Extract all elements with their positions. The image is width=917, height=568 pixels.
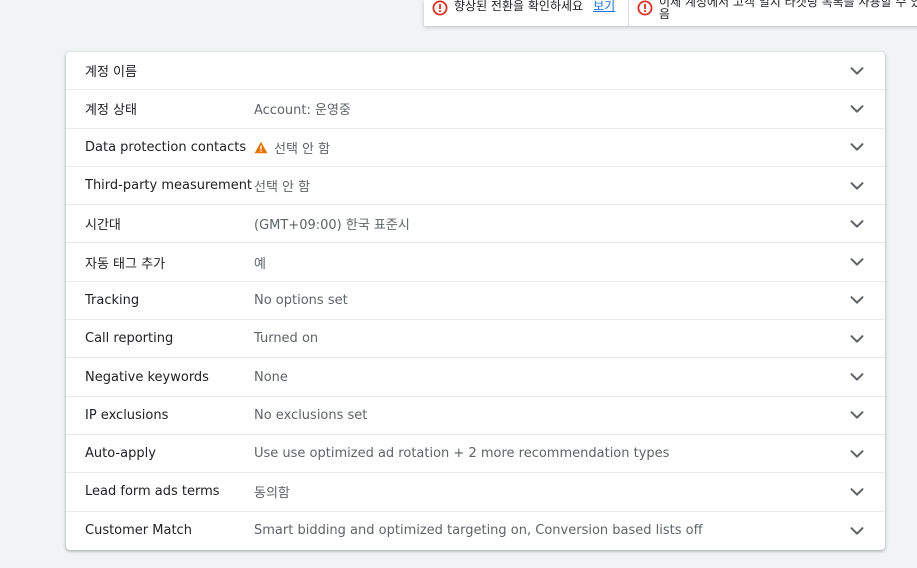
- settings-row-label: Third-party measurement: [85, 178, 253, 194]
- settings-row-value: 예: [254, 253, 885, 272]
- settings-row-label: Tracking: [85, 292, 140, 308]
- settings-row-negative-keywords[interactable]: Negative keywords None: [66, 358, 885, 397]
- settings-row-value: Account: 운영중: [254, 99, 885, 118]
- settings-row-call-reporting[interactable]: Call reporting Turned on: [66, 320, 885, 359]
- settings-row-label: 시간대: [85, 218, 121, 234]
- settings-row-자동-태그-추가[interactable]: 자동 태그 추가 예: [66, 243, 885, 282]
- chevron-down-icon[interactable]: [849, 407, 865, 423]
- chevron-down-icon[interactable]: [849, 216, 865, 232]
- settings-row-시간대[interactable]: 시간대 (GMT+09:00) 한국 표준시: [66, 205, 885, 244]
- settings-row-value-text: No options set: [254, 292, 348, 308]
- settings-row-value-text: Use use optimized ad rotation + 2 more r…: [254, 446, 670, 462]
- settings-list: 계정 이름 계정 상태 Account: 운영중 Data protection…: [66, 52, 885, 550]
- notification-text-line1: 이제 계정에서 고객 일치 타겟팅 목록을 사용할 수 있: [659, 0, 917, 9]
- notification-bar: 향상된 전환을 확인하세요 보기 이제 계정에서 고객 일치 타겟팅 목록을 사…: [424, 0, 917, 26]
- settings-row-value: (GMT+09:00) 한국 표준시: [254, 214, 885, 233]
- settings-row-value: Turned on: [254, 331, 885, 346]
- notification-text: 이제 계정에서 고객 일치 타겟팅 목록을 사용할 수 있 음: [659, 0, 917, 20]
- settings-row-label: 자동 태그 추가: [85, 256, 166, 272]
- settings-row-auto-apply[interactable]: Auto-apply Use use optimized ad rotation…: [66, 435, 885, 474]
- settings-row-value-text: No exclusions set: [254, 407, 368, 423]
- settings-row-value: Smart bidding and optimized targeting on…: [254, 523, 885, 538]
- settings-row-customer-match[interactable]: Customer Match Smart bidding and optimiz…: [66, 512, 885, 550]
- settings-row-value: 선택 안 함: [254, 176, 885, 195]
- settings-row-계정-이름[interactable]: 계정 이름: [66, 52, 885, 91]
- settings-row-value-text: 선택 안 함: [254, 180, 311, 196]
- notification-view-link[interactable]: 보기: [593, 0, 615, 13]
- settings-row-value: 선택 안 함: [254, 138, 885, 157]
- settings-row-value-text: Turned on: [254, 331, 319, 347]
- chevron-down-icon[interactable]: [849, 63, 865, 79]
- chevron-down-icon[interactable]: [849, 446, 865, 462]
- settings-row-value: None: [254, 370, 885, 385]
- chevron-down-icon[interactable]: [849, 292, 865, 308]
- settings-row-label: Customer Match: [85, 523, 192, 539]
- chevron-down-icon[interactable]: [849, 484, 865, 500]
- settings-row-label: 계정 이름: [85, 65, 137, 81]
- chevron-down-icon[interactable]: [849, 331, 865, 347]
- warning-triangle-icon: [254, 141, 268, 153]
- chevron-down-icon[interactable]: [849, 369, 865, 385]
- notification-text-line2: 음: [659, 7, 671, 21]
- settings-row-data-protection-contacts[interactable]: Data protection contacts 선택 안 함: [66, 129, 885, 167]
- notification-enhanced-conversions: 향상된 전환을 확인하세요 보기: [424, 0, 629, 26]
- chevron-down-icon[interactable]: [849, 178, 865, 194]
- chevron-down-icon[interactable]: [849, 139, 865, 155]
- settings-row-value-text: 선택 안 함: [274, 141, 331, 157]
- settings-row-tracking[interactable]: Tracking No options set: [66, 282, 885, 321]
- chevron-down-icon[interactable]: [849, 101, 865, 117]
- settings-row-value-text: Smart bidding and optimized targeting on…: [254, 523, 703, 539]
- chevron-down-icon[interactable]: [849, 254, 865, 270]
- settings-row-value-text: 동의함: [254, 486, 290, 502]
- chevron-down-icon[interactable]: [849, 523, 865, 539]
- settings-row-label: Data protection contacts: [85, 139, 247, 155]
- settings-row-value-text: 예: [254, 256, 266, 272]
- settings-row-label: Auto-apply: [85, 446, 156, 462]
- settings-row-value-text: Account: 운영중: [254, 103, 351, 119]
- error-circle-icon: [432, 0, 448, 16]
- account-settings-card: 계정 이름 계정 상태 Account: 운영중 Data protection…: [66, 52, 885, 550]
- settings-row-third-party-measurement[interactable]: Third-party measurement 선택 안 함: [66, 167, 885, 206]
- settings-row-계정-상태[interactable]: 계정 상태 Account: 운영중: [66, 90, 885, 129]
- settings-row-value: No exclusions set: [254, 408, 885, 423]
- settings-row-label: 계정 상태: [85, 103, 137, 119]
- settings-row-value-text: None: [254, 369, 288, 385]
- error-circle-icon: [637, 0, 653, 16]
- settings-row-label: Lead form ads terms: [85, 484, 220, 500]
- notification-customer-match: 이제 계정에서 고객 일치 타겟팅 목록을 사용할 수 있 음: [629, 0, 917, 26]
- settings-row-value: No options set: [254, 293, 885, 308]
- settings-row-label: IP exclusions: [85, 407, 169, 423]
- settings-row-value: 동의함: [254, 482, 885, 501]
- settings-row-label: Negative keywords: [85, 369, 209, 385]
- settings-row-ip-exclusions[interactable]: IP exclusions No exclusions set: [66, 397, 885, 435]
- settings-row-lead-form-ads-terms[interactable]: Lead form ads terms 동의함: [66, 473, 885, 512]
- notification-text: 향상된 전환을 확인하세요: [454, 0, 584, 13]
- settings-row-value: Use use optimized ad rotation + 2 more r…: [254, 446, 885, 461]
- settings-row-value-text: (GMT+09:00) 한국 표준시: [254, 218, 410, 234]
- settings-row-label: Call reporting: [85, 331, 174, 347]
